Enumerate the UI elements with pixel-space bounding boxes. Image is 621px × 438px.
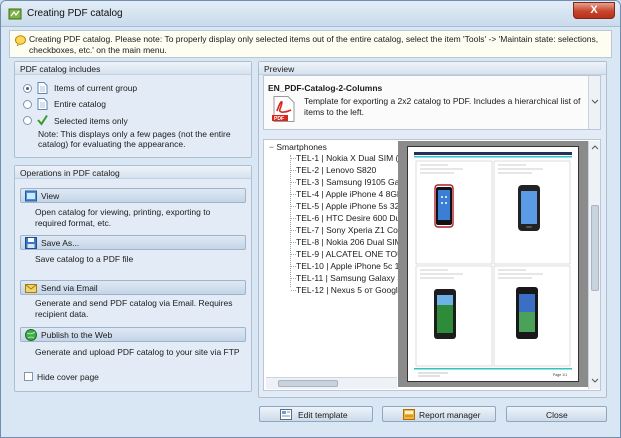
- document-icon: [37, 82, 48, 94]
- report-manager-icon: [403, 409, 415, 420]
- collapse-icon[interactable]: −: [269, 142, 274, 152]
- send-email-button[interactable]: Send via Email: [20, 280, 246, 295]
- view-description: Open catalog for viewing, printing, expo…: [35, 207, 211, 228]
- tree-item[interactable]: TEL-10 | Apple iPhone 5c 16: [296, 261, 404, 271]
- publish-web-button[interactable]: Publish to the Web: [20, 327, 246, 342]
- tree-root-label: Smartphones: [276, 142, 327, 152]
- pdf-file-icon: PDF: [272, 96, 295, 122]
- template-description: Template for exporting a 2x2 catalog to …: [304, 96, 581, 117]
- scroll-thumb[interactable]: [278, 380, 338, 387]
- save-as-button[interactable]: Save As...: [20, 235, 246, 250]
- tree-root-smartphones[interactable]: − Smartphones: [269, 142, 327, 152]
- tree-item[interactable]: TEL-7 | Sony Xperia Z1 Comp: [296, 225, 410, 235]
- publish-web-description: Generate and upload PDF catalog to your …: [35, 347, 240, 357]
- tree-item[interactable]: TEL-8 | Nokia 206 Dual SIM: [296, 237, 402, 247]
- scroll-down-icon: [591, 99, 599, 104]
- report-manager-button[interactable]: Report manager: [382, 406, 496, 422]
- tree-horizontal-scrollbar[interactable]: [266, 377, 397, 389]
- save-icon: [25, 237, 37, 249]
- window-close-button[interactable]: X: [573, 2, 615, 19]
- edit-template-icon: [280, 409, 292, 420]
- title-bar[interactable]: Creating PDF catalog X: [1, 1, 620, 27]
- preview-group-title: Preview: [259, 62, 606, 75]
- view-button[interactable]: View: [20, 188, 246, 203]
- pdf-catalog-dialog: Creating PDF catalog X Creating PDF cata…: [0, 0, 621, 438]
- tree-item[interactable]: TEL-1 | Nokia X Dual SIM (Re: [296, 153, 409, 163]
- page-preview: Page 1/1: [398, 141, 588, 387]
- radio-entire-catalog[interactable]: [23, 100, 32, 109]
- option-label-entire-catalog: Entire catalog: [54, 99, 106, 109]
- operations-group: Operations in PDF catalog View Open cata…: [14, 165, 252, 392]
- template-selector[interactable]: EN_PDF-Catalog-2-Columns PDF Template fo…: [263, 75, 601, 130]
- radio-items-current-group[interactable]: [23, 84, 32, 93]
- page-number: Page 1/1: [553, 373, 567, 377]
- hide-cover-checkbox[interactable]: [24, 372, 33, 381]
- save-as-button-label: Save As...: [41, 238, 80, 248]
- hide-cover-label: Hide cover page: [37, 372, 99, 382]
- tree-item[interactable]: TEL-9 | ALCATEL ONE TOUC: [296, 249, 409, 259]
- checkmark-icon: [37, 114, 48, 126]
- tree-guide-line: [290, 155, 291, 287]
- edit-template-button[interactable]: Edit template: [259, 406, 373, 422]
- info-message: Creating PDF catalog. Please note: To pr…: [29, 34, 599, 55]
- document-icon: [37, 98, 48, 110]
- publish-web-button-label: Publish to the Web: [41, 330, 113, 340]
- catalog-page-thumbnail: Page 1/1: [414, 152, 572, 377]
- tree-item[interactable]: TEL-2 | Lenovo S820: [296, 165, 376, 175]
- includes-group: PDF catalog includes Items of current gr…: [14, 61, 252, 158]
- close-label: Close: [546, 410, 568, 420]
- template-name: EN_PDF-Catalog-2-Columns: [268, 83, 383, 93]
- email-icon: [25, 284, 37, 293]
- view-icon: [25, 190, 37, 202]
- scroll-thumb[interactable]: [591, 205, 599, 291]
- edit-template-label: Edit template: [298, 410, 348, 420]
- send-email-description: Generate and send PDF catalog via Email.…: [35, 298, 233, 319]
- send-email-button-label: Send via Email: [41, 283, 98, 293]
- radio-selected-items[interactable]: [23, 116, 32, 125]
- tree-item[interactable]: TEL-6 | HTC Desire 600 Dual: [296, 213, 407, 223]
- option-label-current-group: Items of current group: [54, 83, 138, 93]
- info-bar: Creating PDF catalog. Please note: To pr…: [9, 30, 612, 58]
- template-list-scrollbar[interactable]: [588, 76, 600, 129]
- scroll-up-icon: [591, 145, 599, 150]
- includes-note: Note: This displays only a few pages (no…: [38, 129, 231, 149]
- preview-page: Page 1/1: [407, 146, 579, 382]
- tree-item[interactable]: TEL-11 | Samsung Galaxy S I: [296, 273, 408, 283]
- pdf-badge-text: PDF: [274, 116, 284, 122]
- scroll-down-icon: [591, 378, 599, 383]
- tree-item[interactable]: TEL-3 | Samsung I9105 Galax: [296, 177, 410, 187]
- view-button-label: View: [41, 191, 60, 201]
- includes-group-title: PDF catalog includes: [15, 62, 251, 75]
- globe-icon: [25, 329, 37, 341]
- close-button[interactable]: Close: [506, 406, 607, 422]
- option-label-selected-items: Selected items only: [54, 116, 128, 126]
- app-icon: [8, 8, 22, 20]
- preview-vertical-scrollbar[interactable]: [588, 141, 600, 389]
- tree-item[interactable]: TEL-5 | Apple iPhone 5s 32G: [296, 201, 406, 211]
- tree-item[interactable]: TEL-4 | Apple iPhone 4 8Gb (: [296, 189, 407, 199]
- save-as-description: Save catalog to a PDF file: [35, 254, 134, 264]
- info-icon: [15, 35, 26, 46]
- window-title: Creating PDF catalog: [27, 8, 123, 19]
- tree-item[interactable]: TEL-12 | Nexus 5 от Google r: [296, 285, 408, 295]
- report-manager-label: Report manager: [419, 410, 481, 420]
- operations-group-title: Operations in PDF catalog: [15, 166, 251, 179]
